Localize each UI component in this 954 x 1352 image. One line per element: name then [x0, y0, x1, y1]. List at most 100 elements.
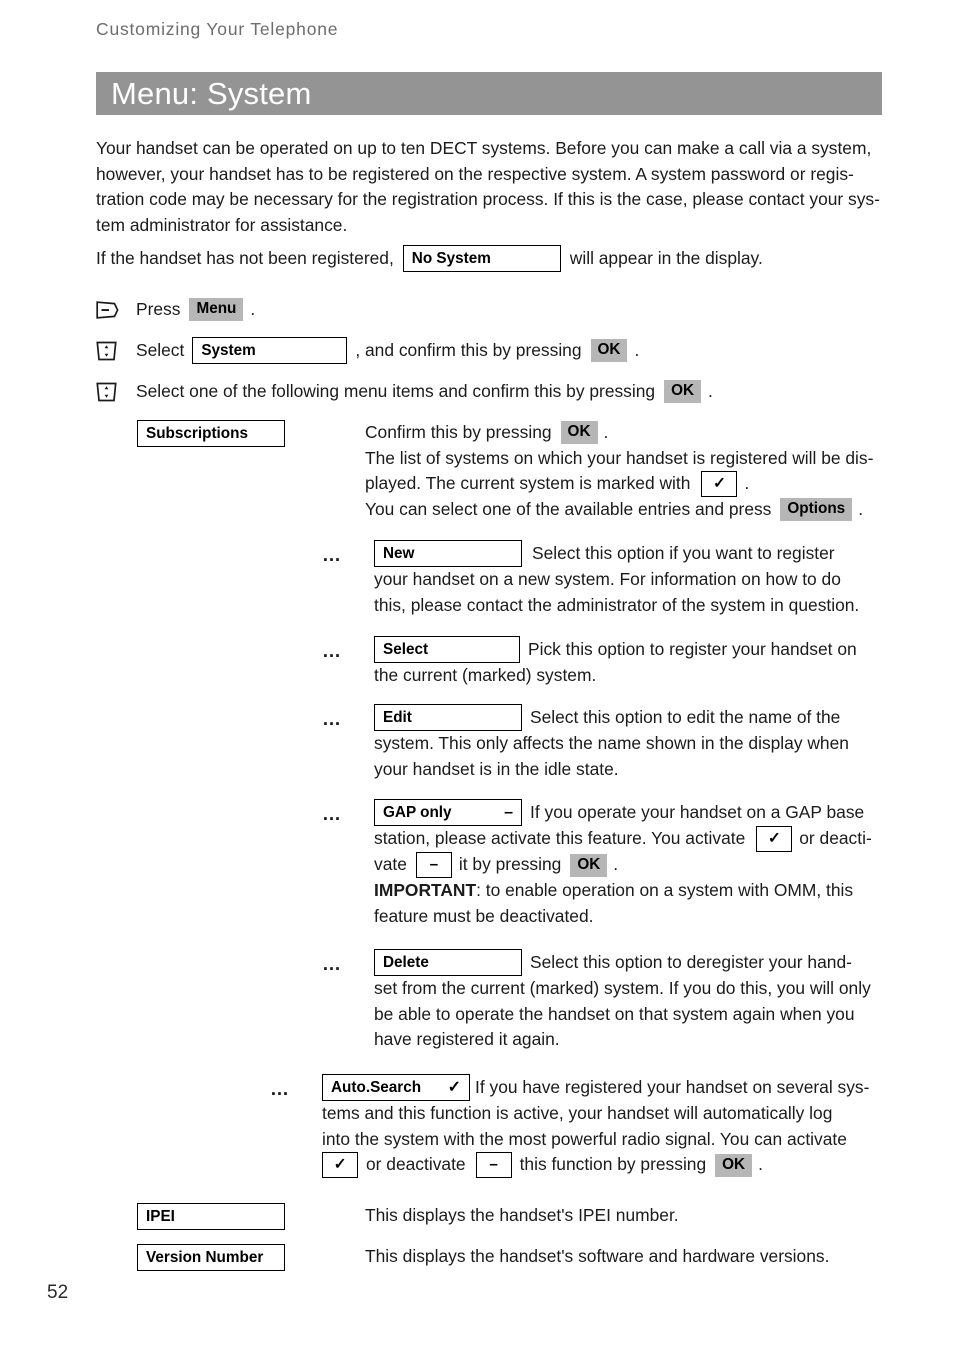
step-select-period: . [634, 339, 640, 360]
ok-key-button-4[interactable]: OK [570, 853, 608, 877]
sub-entry-delete-line-4: have registered it again. [374, 1029, 560, 1050]
navkey-icon-cell-1 [96, 341, 136, 361]
sub-entry-new-first-line: New Select this option if you want to re… [322, 540, 887, 567]
auto-search-deactivate-box: – [475, 1152, 512, 1179]
step-press-label: Press [136, 299, 181, 319]
intro-line-1: Your handset can be operated on up to te… [96, 138, 872, 158]
navigation-key-icon [96, 341, 117, 361]
page-number: 52 [47, 1282, 69, 1303]
sub-entry-gap-body: GAP only – If you operate your handset o… [322, 799, 887, 929]
sub-entry-gap-line-2: station, please activate this feature. Y… [374, 826, 887, 852]
sub-entry-auto-search-line-3: into the system with the most powerful r… [322, 1128, 847, 1149]
sub-entry-edit: … Edit Select this option to edit the na… [322, 704, 887, 782]
sub-entry-new-line-3: this, please contact the administrator o… [374, 594, 860, 615]
not-registered-suffix: will appear in the display. [569, 247, 763, 268]
sub-entry-gap-first-line: GAP only – If you operate your handset o… [322, 799, 887, 826]
subscriptions-description: Confirm this by pressing OK . The list o… [365, 420, 897, 523]
auto-search-state-indicator: ✓ [447, 1078, 461, 1096]
menu-item-auto-search[interactable]: Auto.Search ✓ [322, 1074, 470, 1101]
ok-key-button-2[interactable]: OK [664, 380, 702, 404]
sub-entry-select-first-line: Select Pick this option to register your… [322, 636, 887, 663]
subscriptions-line-2: The list of systems on which your handse… [365, 447, 874, 468]
sub-entry-auto-search: … Auto.Search ✓ If you have registered y… [270, 1074, 890, 1179]
sub-entry-edit-body: Edit Select this option to edit the name… [322, 704, 887, 782]
sub-entry-edit-line-3: your handset is in the idle state. [374, 758, 619, 779]
step-items-label: Select one of the following menu items a… [136, 381, 656, 401]
important-label: IMPORTANT [374, 880, 477, 900]
not-registered-prefix: If the handset has not been registered, [96, 247, 394, 268]
menu-item-ipei[interactable]: IPEI [137, 1203, 285, 1230]
ok-key-button-3[interactable]: OK [560, 421, 598, 445]
sub-entry-select-line-2: the current (marked) system. [374, 665, 597, 685]
entry-ipei: IPEI This displays the handset's IPEI nu… [137, 1203, 897, 1230]
deactivate-dash-box: – [415, 852, 452, 878]
sub-entry-edit-line-2: system. This only affects the name shown… [374, 733, 849, 753]
important-text: : to enable operation on a system with O… [476, 880, 854, 900]
ellipsis-marker: … [322, 641, 343, 662]
step-select-system: Select System , and confirm this by pres… [96, 337, 639, 364]
navigation-key-icon-svg [96, 341, 117, 360]
menu-item-select[interactable]: Select [374, 636, 520, 663]
softkey-icon-svg [96, 301, 119, 319]
sub-entry-select-body: Select Pick this option to register your… [322, 636, 887, 689]
navkey-icon-cell-2 [96, 382, 136, 402]
display-field-no-system: No System [402, 245, 561, 272]
page-title: Menu: System [111, 76, 312, 111]
menu-item-version-number[interactable]: Version Number [137, 1244, 285, 1271]
step-select-mid: , and confirm this by pressing [355, 339, 582, 360]
sub-entry-gap-only: … GAP only – If you operate your handset… [322, 799, 887, 929]
subscriptions-line-3: played. The current system is marked wit… [365, 471, 897, 498]
ellipsis-marker: … [322, 954, 343, 975]
step-press-menu: Press Menu . [96, 297, 255, 323]
step-items-period: . [708, 381, 713, 401]
ok-key-button-1[interactable]: OK [590, 339, 628, 362]
not-registered-line: If the handset has not been registered, … [96, 245, 896, 272]
auto-search-activate-box: ✓ [322, 1152, 358, 1179]
sub-entry-new-body: New Select this option if you want to re… [322, 540, 887, 618]
navigation-key-icon-svg [96, 382, 117, 402]
ok-key-button-5[interactable]: OK [715, 1153, 753, 1177]
menu-item-subscriptions[interactable]: Subscriptions [137, 420, 285, 447]
intro-line-3: tration code may be necessary for the re… [96, 189, 880, 210]
sub-entry-auto-search-line-4: ✓ or deactivate – this function by press… [322, 1152, 890, 1179]
sub-entry-new: … New Select this option if you want to … [322, 540, 887, 618]
step-select-label: Select [136, 339, 185, 360]
menu-item-new[interactable]: New [374, 540, 522, 567]
version-number-description: This displays the handset's software and… [365, 1246, 830, 1266]
display-field-system: System [192, 337, 348, 364]
sub-entry-select: … Select Pick this option to register yo… [322, 636, 887, 689]
menu-softkey-button[interactable]: Menu [189, 298, 244, 322]
options-softkey-button[interactable]: Options [780, 498, 853, 522]
ellipsis-marker: … [322, 545, 343, 566]
gap-only-state-indicator: – [504, 803, 513, 821]
sub-entry-new-line-2: your handset on a new system. For inform… [374, 569, 841, 589]
checkmark-indicator-box: ✓ [701, 471, 738, 498]
menu-item-gap-only[interactable]: GAP only – [374, 799, 522, 826]
step-select-menu-items: Select one of the following menu items a… [96, 379, 713, 405]
ellipsis-marker: … [270, 1079, 291, 1100]
sub-entry-delete-line-3: be able to operate the handset on that s… [374, 1003, 855, 1024]
intro-line-2: however, your handset has to be register… [96, 163, 854, 184]
step-press-period: . [250, 299, 256, 319]
ellipsis-marker: … [322, 804, 343, 825]
subscriptions-line-1: Confirm this by pressing OK . [365, 420, 897, 446]
chapter-banner: Menu: System [96, 72, 882, 115]
intro-line-4: tem administrator for assistance. [96, 214, 348, 235]
sub-entry-delete-first-line: Delete Select this option to deregister … [322, 949, 892, 976]
intro-paragraph: Your handset can be operated on up to te… [96, 136, 886, 238]
important-note-line-2: feature must be deactivated. [374, 905, 594, 926]
sub-entry-gap-line-3: vate – it by pressing OK . [374, 852, 887, 878]
sub-entry-auto-search-line-2: tems and this function is active, your h… [322, 1103, 833, 1123]
sub-entry-edit-first-line: Edit Select this option to edit the name… [322, 704, 887, 731]
important-note-line-1: IMPORTANT: to enable operation on a syst… [374, 878, 887, 904]
sub-entry-delete: … Delete Select this option to deregiste… [322, 949, 892, 1053]
sub-entry-delete-line-2: set from the current (marked) system. If… [374, 978, 871, 998]
running-head: Customizing Your Telephone [96, 19, 339, 39]
entry-version-number: Version Number This displays the handset… [137, 1244, 897, 1271]
menu-item-delete[interactable]: Delete [374, 949, 522, 976]
activate-checkmark-box: ✓ [756, 826, 793, 852]
menu-item-edit[interactable]: Edit [374, 704, 522, 731]
ellipsis-marker: … [322, 709, 343, 730]
navigation-key-icon [96, 382, 117, 402]
entry-subscriptions: Subscriptions Confirm this by pressing O… [137, 420, 897, 523]
